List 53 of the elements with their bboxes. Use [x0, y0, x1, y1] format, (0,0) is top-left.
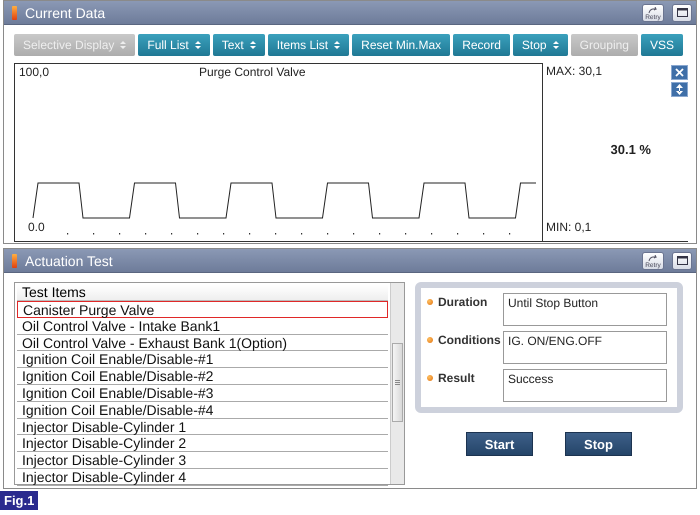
field-label: Duration: [438, 295, 488, 309]
bullet-icon: [427, 375, 433, 381]
test-item[interactable]: Canister Purge Valve: [17, 301, 388, 318]
toolbar-button[interactable]: Text: [212, 34, 265, 56]
test-item[interactable]: Ignition Coil Enable/Disable-#4: [17, 402, 388, 419]
updown-caret-icon: [194, 40, 201, 50]
current-value: 30.1 %: [610, 142, 651, 156]
curved-arrow-icon: [647, 6, 659, 14]
field-label: Result: [438, 371, 476, 385]
scroll-thumb[interactable]: [392, 343, 403, 422]
panel-title: Actuation Test: [25, 252, 114, 268]
field-label: Conditions: [438, 333, 498, 347]
test-item[interactable]: Injector Disable-Cylinder 2: [17, 435, 388, 452]
toolbar-button[interactable]: Record: [453, 34, 510, 56]
maximize-icon[interactable]: [672, 252, 692, 270]
test-item[interactable]: Ignition Coil Enable/Disable-#2: [17, 368, 388, 385]
close-icon[interactable]: [671, 65, 688, 80]
panel-title: Current Data: [25, 4, 106, 20]
toolbar-button[interactable]: Reset Min.Max: [352, 34, 450, 56]
test-item[interactable]: Oil Control Valve - Exhaust Bank 1(Option): [17, 334, 388, 352]
scrollbar[interactable]: [390, 283, 404, 484]
bullet-icon: [427, 299, 433, 305]
toolbar-button[interactable]: Items List: [268, 34, 350, 56]
toolbar-button[interactable]: Full List: [138, 34, 210, 56]
graph-title: Purge Control Valve: [199, 65, 306, 79]
maximize-icon[interactable]: [672, 4, 692, 22]
updown-caret-icon: [552, 40, 559, 50]
test-item[interactable]: Ignition Coil Enable/Disable-#3: [17, 384, 388, 402]
test-item[interactable]: Ignition Coil Enable/Disable-#1: [17, 351, 388, 368]
toolbar-button[interactable]: Stop: [512, 34, 568, 56]
test-item[interactable]: Oil Control Valve - Intake Bank1: [17, 318, 388, 335]
updown-caret-icon: [120, 40, 126, 50]
action-button[interactable]: Stop: [565, 432, 632, 456]
action-button[interactable]: Start: [466, 432, 533, 456]
bullet-icon: [427, 337, 433, 343]
updown-caret-icon: [334, 40, 340, 50]
axis-min-label: 0.0: [28, 220, 45, 234]
value-field: Success: [503, 369, 667, 402]
panel-marker-icon: [12, 254, 17, 268]
curved-arrow-icon: [647, 254, 659, 262]
figure-label: Fig.1: [0, 491, 38, 510]
max-reading: MAX: 30,1: [546, 64, 604, 78]
panel-marker-icon: [12, 6, 17, 20]
axis-max-label: 100,0: [19, 65, 50, 79]
updown-caret-icon: [250, 40, 256, 50]
test-item[interactable]: Injector Disable-Cylinder 3: [17, 452, 388, 469]
list-header: Test Items: [17, 284, 388, 301]
test-item[interactable]: Injector Disable-Cylinder 4: [17, 468, 388, 486]
min-reading: MIN: 0,1: [546, 220, 592, 234]
toolbar-button[interactable]: VSS: [641, 34, 684, 56]
test-item[interactable]: Injector Disable-Cylinder 1: [17, 418, 388, 436]
value-field: Until Stop Button: [503, 293, 667, 326]
value-field: IG. ON/ENG.OFF: [503, 331, 667, 364]
